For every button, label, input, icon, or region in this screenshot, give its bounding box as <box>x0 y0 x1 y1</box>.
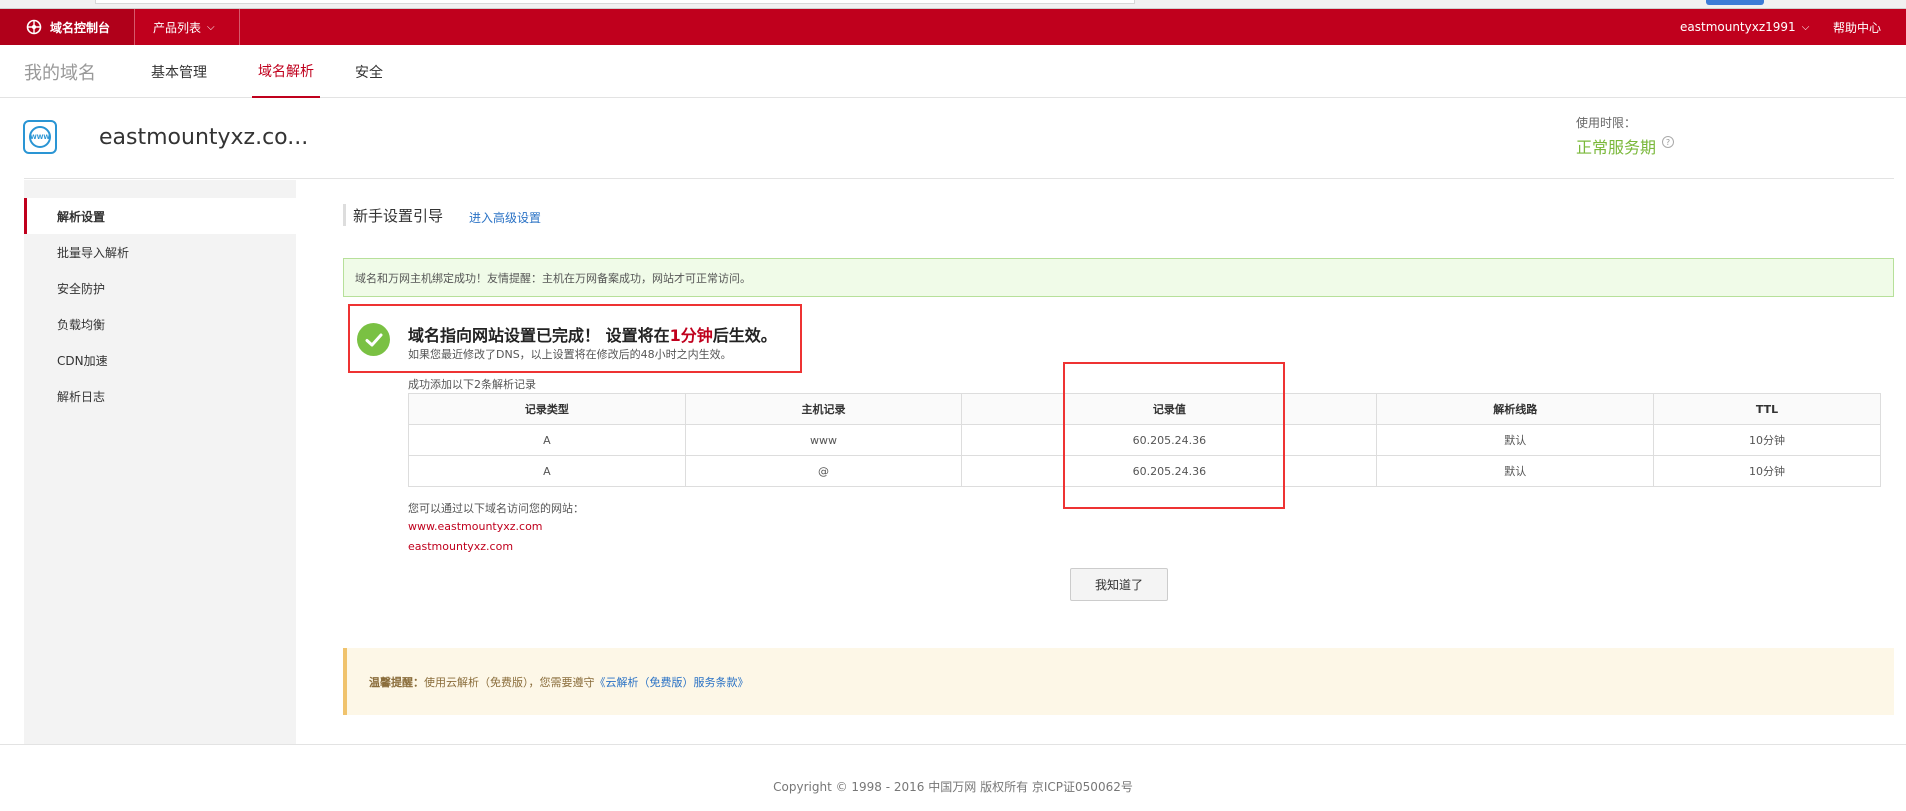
service-status-value: 正常服务期 <box>1576 138 1657 157</box>
column-header: TTL <box>1653 393 1881 425</box>
www-globe-icon: WWW <box>23 120 57 154</box>
www-icon-text: WWW <box>29 126 51 148</box>
visit-link-root[interactable]: eastmountyxz.com <box>408 540 513 553</box>
sidebar-item-batch-import[interactable]: 批量导入解析 <box>24 234 296 270</box>
record-type-cell: A <box>408 455 686 487</box>
visit-label: 您可以通过以下域名访问您的网站： <box>408 502 584 515</box>
sidebar-item-security-protection[interactable]: 安全防护 <box>24 270 296 306</box>
topbar-divider <box>134 9 135 45</box>
my-domains-title[interactable]: 我的域名 <box>24 59 96 85</box>
line-cell: 默认 <box>1376 455 1655 487</box>
browser-button[interactable] <box>1706 0 1764 5</box>
binding-success-banner: 域名和万网主机绑定成功！友情提醒：主机在万网备案成功，网站才可正常访问。 <box>343 258 1894 297</box>
tab-security[interactable]: 安全 <box>355 45 383 98</box>
logo-icon <box>26 19 42 35</box>
footer-copyright: Copyright © 1998 - 2016 中国万网 版权所有 京ICP证0… <box>773 780 1133 794</box>
advanced-settings-link[interactable]: 进入高级设置 <box>469 209 541 226</box>
chevron-down-icon: ⌵ <box>207 21 215 33</box>
guide-title: 新手设置引导 <box>353 207 444 225</box>
help-center-link[interactable]: 帮助中心 <box>1833 9 1881 45</box>
completion-title-prefix: 域名指向网站设置已完成！ 设置将在 <box>408 326 670 345</box>
ttl-cell: 10分钟 <box>1653 424 1881 456</box>
browser-chrome <box>0 0 1906 9</box>
line-cell: 默认 <box>1376 424 1655 456</box>
ttl-cell: 10分钟 <box>1653 455 1881 487</box>
question-mark-icon[interactable]: ? <box>1662 136 1675 148</box>
product-list-menu[interactable]: 产品列表 ⌵ <box>143 9 225 45</box>
completion-title-suffix: 后生效。 <box>712 326 777 345</box>
console-home-link[interactable]: 域名控制台 <box>0 9 134 45</box>
topbar-divider <box>239 9 240 45</box>
notice-title: 温馨提醒： <box>369 675 424 689</box>
got-it-button[interactable]: 我知道了 <box>1070 568 1168 601</box>
sidebar-item-dns-log[interactable]: 解析日志 <box>24 378 296 414</box>
column-header: 解析线路 <box>1376 393 1655 425</box>
user-menu[interactable]: eastmountyxz1991 ⌵ <box>1680 9 1809 45</box>
column-header: 记录类型 <box>408 393 686 425</box>
completion-subtitle: 如果您最近修改了DNS，以上设置将在修改后的48小时之内生效。 <box>408 348 732 361</box>
sidebar: 解析设置 批量导入解析 安全防护 负载均衡 CDN加速 解析日志 <box>24 180 296 745</box>
host-record-cell: @ <box>684 455 963 487</box>
terms-of-service-link[interactable]: 《云解析（免费版）服务条款》 <box>595 674 749 690</box>
product-list-label: 产品列表 <box>153 20 202 35</box>
footer-divider <box>0 744 1906 745</box>
divider <box>24 178 1894 179</box>
notice-text: 使用云解析（免费版），您需要遵守 <box>424 675 595 689</box>
record-value-highlight-box <box>1063 362 1285 509</box>
tab-basic-management[interactable]: 基本管理 <box>151 45 207 98</box>
username-label: eastmountyxz1991 <box>1680 20 1796 34</box>
tab-dns-resolution[interactable]: 域名解析 <box>252 45 320 98</box>
guide-accent-bar <box>343 204 346 226</box>
sidebar-item-cdn[interactable]: CDN加速 <box>24 342 296 378</box>
completion-time-highlight: 1分钟 <box>669 326 713 345</box>
checkmark-icon <box>357 323 390 356</box>
chevron-down-icon: ⌵ <box>1801 21 1810 33</box>
top-bar: 域名控制台 产品列表 ⌵ eastmountyxz1991 ⌵ 帮助中心 <box>0 9 1906 45</box>
sidebar-item-dns-settings[interactable]: 解析设置 <box>24 198 296 234</box>
completion-title: 域名指向网站设置已完成！ 设置将在1分钟后生效。 <box>408 322 777 346</box>
sidebar-item-load-balancing[interactable]: 负载均衡 <box>24 306 296 342</box>
record-type-cell: A <box>408 424 686 456</box>
notice-box: 温馨提醒： 使用云解析（免费版），您需要遵守 《云解析（免费版）服务条款》 <box>343 648 1894 715</box>
column-header: 主机记录 <box>684 393 963 425</box>
domain-subnav: 我的域名 基本管理 域名解析 安全 <box>0 45 1906 98</box>
records-added-label: 成功添加以下2条解析记录 <box>408 378 536 391</box>
console-title: 域名控制台 <box>50 20 111 35</box>
service-period-label: 使用时限： <box>1576 116 1637 130</box>
service-status: 正常服务期 ? <box>1576 134 1675 158</box>
domain-name: eastmountyxz.co... <box>99 125 309 150</box>
browser-address-bar[interactable] <box>95 0 1135 4</box>
banner-text: 域名和万网主机绑定成功！友情提醒：主机在万网备案成功，网站才可正常访问。 <box>355 271 751 285</box>
host-record-cell: www <box>684 424 963 456</box>
visit-link-www[interactable]: www.eastmountyxz.com <box>408 520 543 533</box>
